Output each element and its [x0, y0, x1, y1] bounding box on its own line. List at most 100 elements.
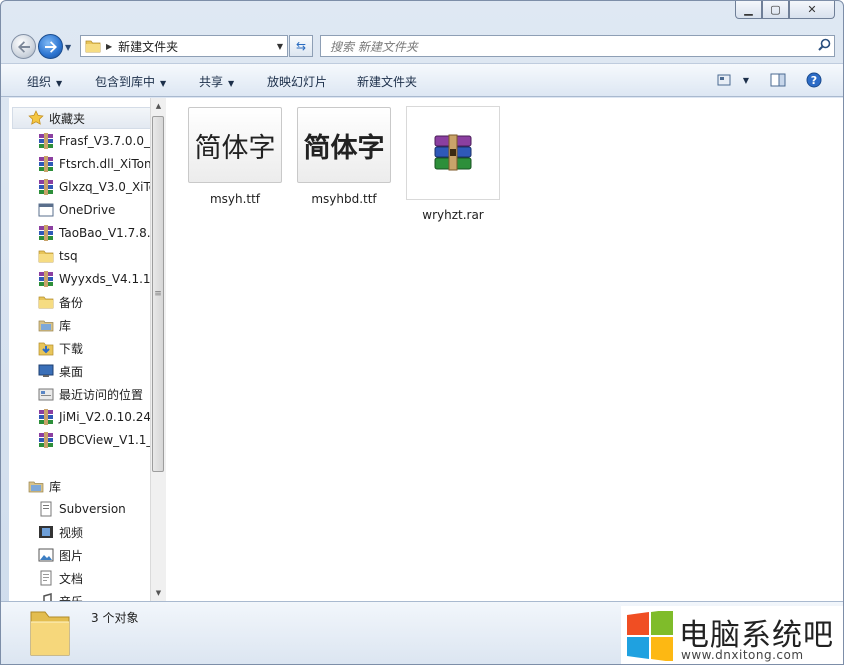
back-button[interactable] [11, 34, 36, 59]
search-input[interactable]: 搜索 新建文件夹 [321, 38, 814, 55]
picture-icon [37, 547, 55, 563]
file-name: msyhbd.ttf [311, 192, 377, 206]
refresh-button[interactable]: ⇆ [289, 35, 313, 57]
file-list-area[interactable]: 简体字 msyh.ttf 简体字 msyhbd.ttf wryhzt.rar [166, 98, 843, 601]
nav-item[interactable]: DBCView_V1.1_ [37, 429, 150, 451]
nav-item[interactable]: Ftsrch.dll_XiTon [37, 153, 150, 175]
window-controls: ▁ ▢ ✕ [735, 1, 835, 19]
address-history-dropdown[interactable]: ▼ [277, 42, 283, 51]
nav-item[interactable]: 视频 [37, 521, 83, 543]
view-icon [717, 74, 731, 86]
nav-item-label: DBCView_V1.1_ [59, 433, 150, 447]
include-in-library-menu[interactable]: 包含到库中 ▼ [95, 73, 166, 90]
command-bar: 组织 ▼ 包含到库中 ▼ 共享 ▼ 放映幻灯片 新建文件夹 ▼ ? [1, 63, 843, 97]
view-options-dropdown[interactable]: ▼ [737, 72, 755, 88]
nav-item-label: 视频 [59, 525, 84, 540]
winrar-icon [37, 133, 55, 149]
nav-item-label: Frasf_V3.7.0.0_X [59, 134, 150, 148]
search-box[interactable]: 搜索 新建文件夹 [320, 35, 835, 57]
scroll-up-arrow-icon[interactable]: ▲ [151, 98, 166, 114]
help-button[interactable]: ? [805, 72, 823, 88]
nav-item[interactable]: Frasf_V3.7.0.0_X [37, 130, 150, 152]
close-button[interactable]: ✕ [789, 1, 835, 19]
file-item[interactable]: 简体字 msyh.ttf [187, 106, 283, 206]
scrollbar-thumb[interactable]: ≡ [152, 116, 164, 472]
slideshow-button[interactable]: 放映幻灯片 [267, 73, 327, 90]
chevron-down-icon: ▼ [228, 79, 235, 88]
nav-item[interactable]: 备份 [37, 291, 83, 313]
nav-library-label: 库 [49, 479, 62, 494]
share-menu[interactable]: 共享 ▼ [199, 73, 234, 90]
search-icon[interactable] [814, 38, 834, 54]
font-preview: 简体字 [297, 107, 391, 183]
nav-item[interactable]: 最近访问的位置 [37, 383, 143, 405]
change-view-button[interactable] [715, 72, 733, 88]
nav-item[interactable]: tsq [37, 245, 78, 267]
file-item[interactable]: wryhzt.rar [405, 106, 501, 222]
nav-item[interactable]: JiMi_V2.0.10.24_ [37, 406, 150, 428]
file-name: wryhzt.rar [422, 208, 484, 222]
nav-item-label: 图片 [59, 548, 84, 563]
new-folder-button[interactable]: 新建文件夹 [357, 73, 417, 90]
nav-item[interactable]: Subversion [37, 498, 126, 520]
library-icon [27, 478, 45, 494]
file-item[interactable]: 简体字 msyhbd.ttf [296, 106, 392, 206]
nav-item-label: 音乐 [59, 593, 83, 602]
favorites-star-icon [27, 110, 45, 126]
nav-item-label: 桌面 [59, 364, 84, 379]
breadcrumb-path[interactable]: 新建文件夹 [118, 38, 277, 55]
refresh-icon: ⇆ [295, 39, 307, 53]
folder-icon [85, 40, 101, 53]
nav-item-label: JiMi_V2.0.10.24_ [59, 410, 150, 424]
nav-item-label: 下载 [59, 341, 84, 356]
nav-item[interactable]: OneDrive [37, 199, 115, 221]
chevron-down-icon: ▼ [160, 79, 167, 88]
nav-item[interactable]: 音乐 [37, 590, 83, 601]
font-file-thumbnail: 简体字 [297, 106, 391, 184]
nav-item[interactable]: TaoBao_V1.7.8. [37, 222, 150, 244]
nav-item-label: Subversion [59, 502, 126, 516]
watermark-url: www.dnxitong.com [681, 648, 804, 662]
forward-button[interactable] [38, 34, 63, 59]
folder-large-icon [29, 606, 73, 661]
scroll-down-arrow-icon[interactable]: ▼ [151, 585, 166, 601]
arrow-left-icon [17, 40, 30, 53]
document-icon [37, 570, 55, 586]
maximize-button[interactable]: ▢ [762, 1, 789, 19]
video-icon [37, 524, 55, 540]
share-label: 共享 [199, 75, 224, 89]
nav-favorites-label: 收藏夹 [49, 111, 86, 126]
minimize-button[interactable]: ▁ [735, 1, 762, 19]
nav-item[interactable]: Wyyxds_V4.1.1. [37, 268, 150, 290]
organize-menu[interactable]: 组织 ▼ [27, 73, 62, 90]
file-name: msyh.ttf [209, 192, 261, 206]
navigation-pane: 收藏夹 Frasf_V3.7.0.0_X Ftsrch.dll_XiTon Glxz… [9, 98, 150, 601]
close-icon: ✕ [807, 3, 817, 16]
nav-item-label: 最近访问的位置 [59, 387, 144, 402]
desktop-icon [37, 363, 55, 379]
site-watermark: 电脑系统吧 www.dnxitong.com [621, 606, 843, 664]
nav-item[interactable]: 桌面 [37, 360, 83, 382]
nav-item[interactable]: 库 [37, 314, 71, 336]
nav-item-label: Ftsrch.dll_XiTon [59, 157, 150, 171]
winrar-icon [37, 409, 55, 425]
winrar-icon [37, 225, 55, 241]
address-bar[interactable]: ▶ 新建文件夹 ▼ [80, 35, 288, 57]
slideshow-label: 放映幻灯片 [267, 75, 328, 89]
winrar-icon [37, 156, 55, 172]
nav-item[interactable]: 图片 [37, 544, 83, 566]
nav-favorites[interactable]: 收藏夹 [12, 107, 150, 129]
nav-item-label: TaoBao_V1.7.8. [59, 226, 150, 240]
nav-item-label: Glxzq_V3.0_XiTo [59, 180, 150, 194]
nav-item[interactable]: 下载 [37, 337, 83, 359]
breadcrumb-separator-icon[interactable]: ▶ [106, 42, 112, 51]
nav-item-label: 文档 [59, 571, 84, 586]
recent-pages-dropdown[interactable]: ▼ [65, 43, 71, 52]
nav-item[interactable]: 文档 [37, 567, 83, 589]
chevron-down-icon: ▼ [56, 79, 63, 88]
nav-item[interactable]: Glxzq_V3.0_XiTo [37, 176, 150, 198]
nav-library[interactable]: 库 [27, 475, 61, 497]
preview-pane-button[interactable] [769, 72, 787, 88]
navigation-scrollbar[interactable]: ▲ ≡ ▼ [150, 98, 166, 601]
library-icon [37, 317, 55, 333]
